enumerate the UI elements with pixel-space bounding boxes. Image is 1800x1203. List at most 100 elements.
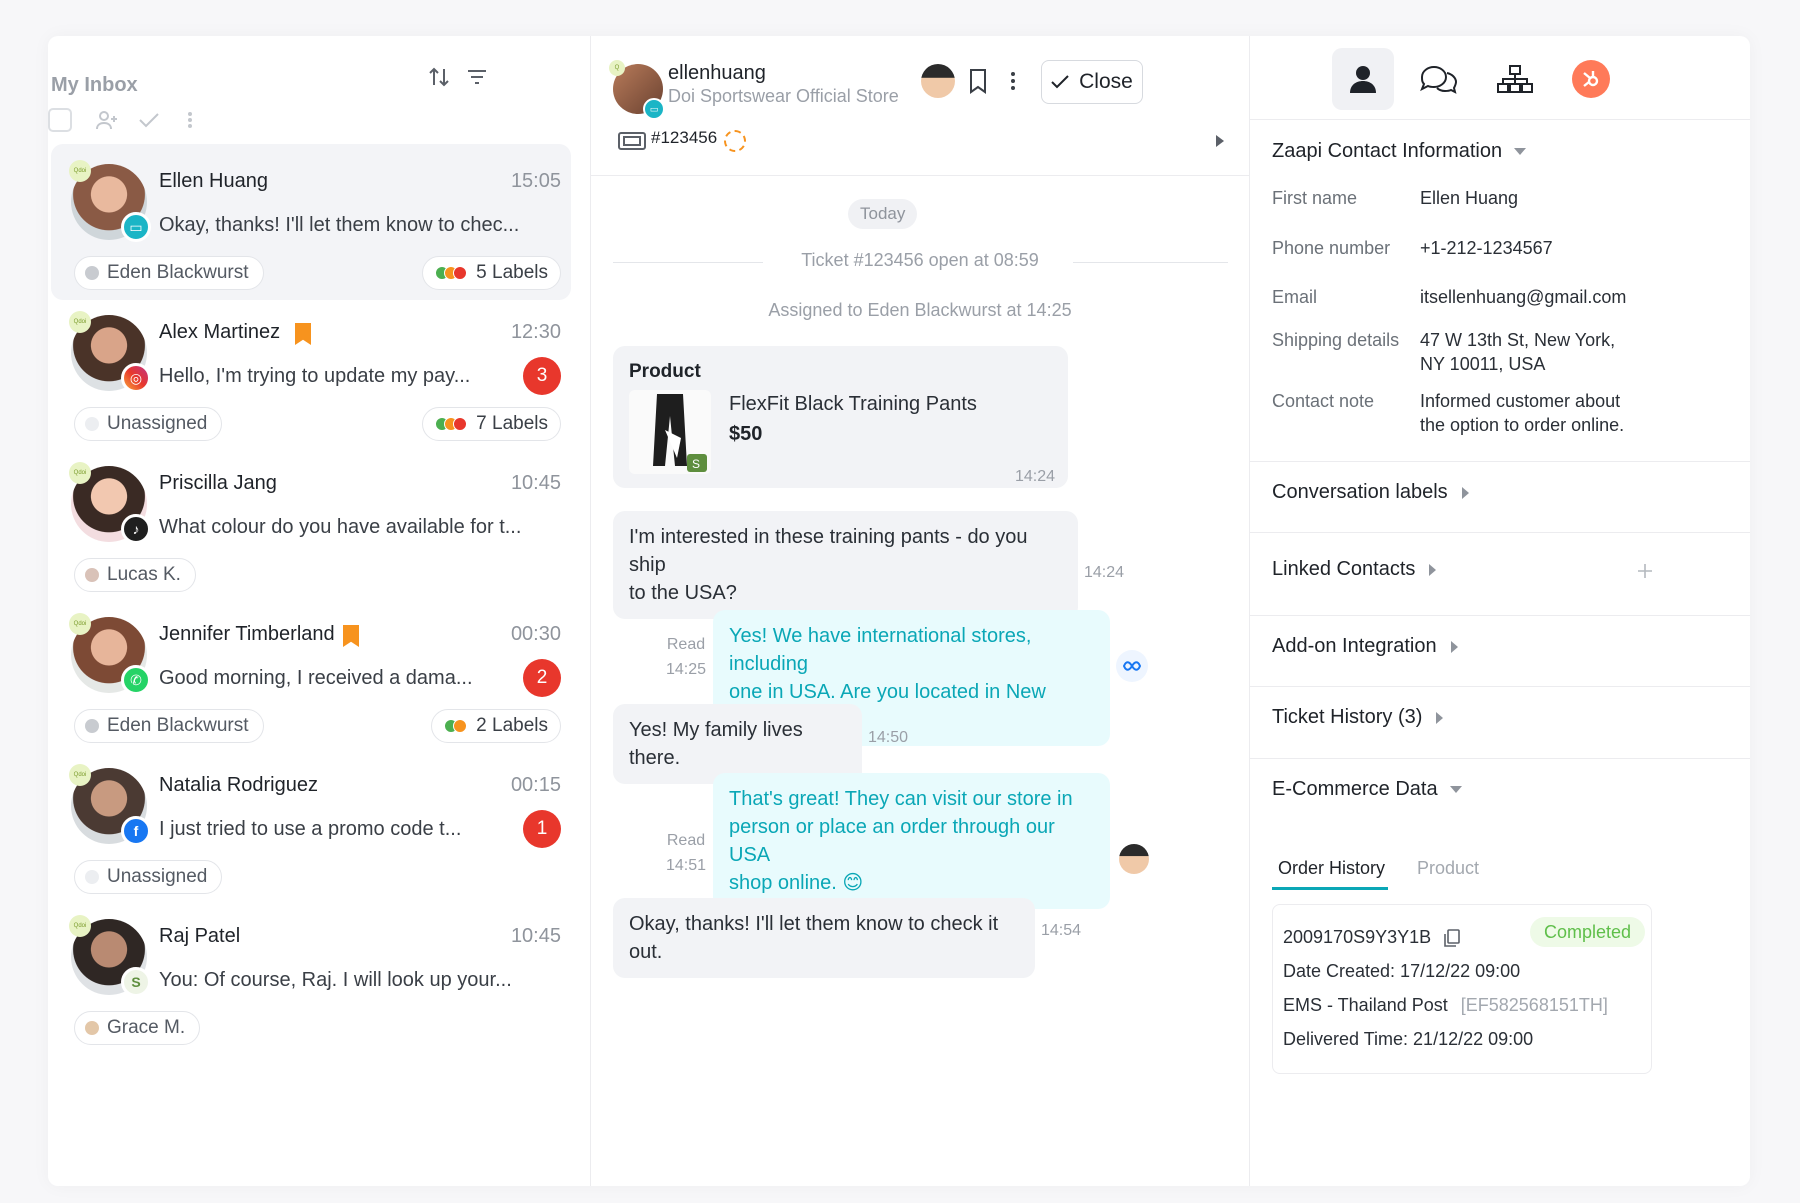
integrations-tab[interactable] (1484, 48, 1546, 110)
field-value[interactable]: +1-212-1234567 (1420, 236, 1740, 260)
order-card[interactable]: 2009170S9Y3Y1B Completed Date Created: 1… (1272, 904, 1652, 1074)
system-message: Assigned to Eden Blackwurst at 14:25 (768, 300, 1072, 320)
labels-icon (435, 417, 468, 431)
read-label: Read (666, 832, 706, 849)
ecommerce-section[interactable]: E-Commerce Data (1272, 778, 1462, 801)
chevron-down-icon (1514, 148, 1527, 156)
contact-tab[interactable] (1332, 48, 1394, 110)
agent-avatar[interactable] (921, 64, 955, 98)
labels-count: 7 Labels (476, 413, 548, 434)
qoo-icon: Qdoi (69, 160, 91, 182)
add-linked-contact-icon[interactable] (1634, 560, 1656, 582)
check-icon (1051, 75, 1069, 89)
qoo-icon: Qdoi (69, 462, 91, 484)
last-message: You: Of course, Raj. I will look up your… (159, 969, 512, 991)
section-title: Linked Contacts (1272, 558, 1416, 580)
bookmark-icon[interactable] (343, 625, 359, 647)
assignee-chip[interactable]: Unassigned (74, 860, 223, 894)
message-line: That's great! They can visit our store i… (729, 788, 1073, 810)
message-line: Okay, thanks! I'll let them know to chec… (629, 913, 999, 963)
close-label: Close (1079, 70, 1133, 93)
field-value[interactable]: Ellen Huang (1420, 186, 1740, 210)
field-value[interactable]: itsellenhuang@gmail.com (1420, 285, 1740, 309)
chat-pane: Q ▭ ellenhuang Doi Sportswear Official S… (591, 36, 1250, 1186)
labels-chip[interactable]: 2 Labels (431, 709, 561, 743)
conversation-time: 00:30 (510, 623, 561, 645)
ticket-history-section[interactable]: Ticket History (3) (1272, 706, 1444, 729)
value-line: 47 W 13th St, New York, (1420, 330, 1616, 350)
divider (1250, 758, 1750, 759)
assignee-icon (85, 266, 99, 280)
section-title: E-Commerce Data (1272, 778, 1438, 800)
contact-name: Ellen Huang (159, 170, 268, 192)
assign-user-icon[interactable] (92, 106, 122, 134)
ticket-status-icon (724, 130, 746, 152)
assignee-chip[interactable]: Eden Blackwurst (74, 709, 264, 743)
conversation-item[interactable]: Qdoi f Natalia Rodriguez 00:15 I just tr… (51, 748, 571, 904)
section-title: Add-on Integration (1272, 635, 1437, 657)
message-time: 14:25 (665, 661, 707, 678)
field-value[interactable]: 47 W 13th St, New York, NY 10011, USA (1420, 328, 1740, 376)
product-card[interactable]: Product S FlexFit Black Training Pants $… (613, 346, 1068, 488)
filter-icon[interactable] (462, 62, 492, 92)
contact-name: Natalia Rodriguez (159, 774, 318, 796)
field-label: Email (1272, 287, 1318, 307)
linked-contacts-section[interactable]: Linked Contacts (1272, 558, 1437, 581)
bookmark-icon[interactable] (295, 323, 311, 345)
assignee-chip[interactable]: Eden Blackwurst (74, 256, 264, 290)
sort-icon[interactable] (424, 62, 454, 92)
ticket-icon (617, 130, 647, 152)
assignee-chip[interactable]: Unassigned (74, 407, 223, 441)
assignee-icon (85, 568, 99, 582)
value-line: Informed customer about (1420, 391, 1621, 411)
labels-count: 2 Labels (476, 715, 548, 736)
field-label: Phone number (1272, 238, 1391, 258)
section-title: Zaapi Contact Information (1272, 140, 1503, 162)
assignee-icon (85, 417, 99, 431)
select-all-checkbox[interactable] (48, 108, 72, 132)
read-receipt: Read 14:51 (661, 828, 711, 878)
conversation-item[interactable]: Qdoi ♪ Priscilla Jang 10:45 What colour … (51, 446, 571, 602)
conversations-tab[interactable] (1408, 48, 1470, 110)
order-id-row: 2009170S9Y3Y1B (1283, 927, 1462, 948)
outgoing-message: That's great! They can visit our store i… (713, 773, 1110, 909)
conversation-labels-section[interactable]: Conversation labels (1272, 481, 1469, 504)
labels-chip[interactable]: 5 Labels (422, 256, 561, 290)
tab-order-history[interactable]: Order History (1278, 858, 1385, 879)
conversation-item[interactable]: Qdoi S Raj Patel 10:45 You: Of course, R… (51, 899, 571, 1055)
assignee-name: Eden Blackwurst (107, 262, 249, 283)
labels-icon (444, 719, 468, 733)
last-message: Good morning, I received a dama... (159, 667, 473, 689)
read-label: Read (666, 636, 706, 653)
more-actions-icon[interactable] (180, 108, 200, 132)
conversation-item[interactable]: Qdoi ◎ Alex Martinez 12:30 Hello, I'm tr… (51, 295, 571, 451)
labels-icon (435, 266, 468, 280)
labels-chip[interactable]: 7 Labels (422, 407, 561, 441)
day-divider: Today (848, 199, 918, 229)
addon-integration-section[interactable]: Add-on Integration (1272, 635, 1458, 658)
hubspot-icon (1572, 60, 1610, 98)
chevron-right-icon (1436, 711, 1444, 724)
conversation-item[interactable]: Qdoi ▭ Ellen Huang 15:05 Okay, thanks! I… (51, 144, 571, 300)
close-ticket-button[interactable]: Close (1041, 60, 1143, 104)
message-time: 14:51 (665, 857, 707, 874)
contact-info-header[interactable]: Zaapi Contact Information (1272, 140, 1527, 163)
assignee-chip[interactable]: Lucas K. (74, 558, 196, 592)
chat-header: Q ▭ ellenhuang Doi Sportswear Official S… (591, 36, 1249, 176)
more-options-icon[interactable] (1003, 64, 1023, 98)
mark-done-icon[interactable] (136, 108, 162, 132)
copy-icon[interactable] (1442, 928, 1462, 948)
field-value[interactable]: Informed customer about the option to ord… (1420, 389, 1740, 437)
expand-ticket-icon[interactable] (1213, 132, 1227, 150)
bookmark-outline-icon[interactable] (963, 64, 993, 98)
ticket-number[interactable]: #123456 (651, 128, 717, 148)
tracking-number[interactable]: [EF582568151TH] (1461, 995, 1608, 1015)
tab-product[interactable]: Product (1417, 858, 1479, 879)
assignee-icon (85, 870, 99, 884)
order-id: 2009170S9Y3Y1B (1283, 927, 1432, 947)
hubspot-tab[interactable] (1560, 48, 1622, 110)
conversation-item[interactable]: Qdoi ✆ Jennifer Timberland 00:30 Good mo… (51, 597, 571, 753)
assignee-chip[interactable]: Grace M. (74, 1011, 201, 1045)
assignee-name: Lucas K. (107, 564, 181, 585)
read-receipt: Read 14:25 (661, 632, 711, 682)
